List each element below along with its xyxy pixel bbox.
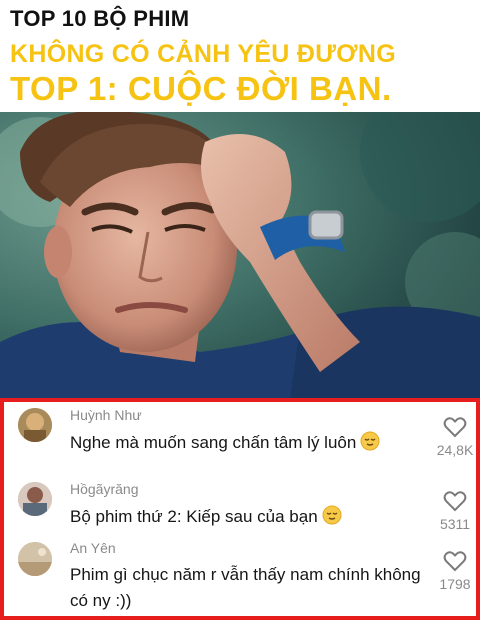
comment-text: Bộ phim thứ 2: Kiếp sau của bạn	[70, 504, 342, 533]
avatar[interactable]	[18, 408, 52, 442]
comment-text-line-1: Phim gì chục năm r vẫn thấy nam chính kh…	[70, 565, 421, 584]
like-count: 5311	[439, 516, 471, 532]
heart-icon[interactable]	[443, 416, 467, 438]
photo-illustration	[0, 112, 480, 400]
comment-item: Hồgãyrăng Bộ phim thứ 2: Kiếp sau của bạ…	[4, 476, 476, 542]
like-count: 24,8K	[436, 442, 474, 458]
comment-username[interactable]: Huỳnh Như	[70, 407, 142, 423]
title-line-2: KHÔNG CÓ CẢNH YÊU ĐƯƠNG	[10, 40, 397, 68]
avatar[interactable]	[18, 542, 52, 576]
comment-username[interactable]: Hồgãyrăng	[70, 481, 139, 497]
avatar-image-icon	[18, 408, 52, 442]
comment-text-line-2: có ny :))	[70, 591, 132, 610]
comment-item: Huỳnh Như Nghe mà muốn sang chấn tâm lý …	[4, 402, 476, 472]
comment-text-content: Nghe mà muốn sang chấn tâm lý luôn	[70, 433, 357, 452]
title-header: TOP 10 BỘ PHIM KHÔNG CÓ CẢNH YÊU ĐƯƠNG T…	[0, 0, 480, 112]
comment-text-content: Bộ phim thứ 2: Kiếp sau của bạn	[70, 507, 318, 526]
title-line-3: TOP 1: CUỘC ĐỜI BẠN.	[10, 70, 392, 107]
heart-icon[interactable]	[443, 490, 467, 512]
relieved-face-icon	[360, 431, 380, 459]
comment-text: Nghe mà muốn sang chấn tâm lý luôn	[70, 430, 380, 459]
comment-username[interactable]: An Yên	[70, 540, 116, 556]
relieved-face-icon	[322, 505, 342, 533]
comment-item: An Yên Phim gì chục năm r vẫn thấy nam c…	[4, 536, 476, 620]
crying-man-photo	[0, 112, 480, 400]
avatar-image-icon	[18, 542, 52, 576]
heart-icon[interactable]	[443, 550, 467, 572]
avatar[interactable]	[18, 482, 52, 516]
title-line-1: TOP 10 BỘ PHIM	[10, 6, 190, 31]
like-count: 1798	[439, 576, 471, 592]
comments-panel: Huỳnh Như Nghe mà muốn sang chấn tâm lý …	[0, 398, 480, 620]
avatar-image-icon	[18, 482, 52, 516]
comment-text: Phim gì chục năm r vẫn thấy nam chính kh…	[70, 562, 421, 614]
